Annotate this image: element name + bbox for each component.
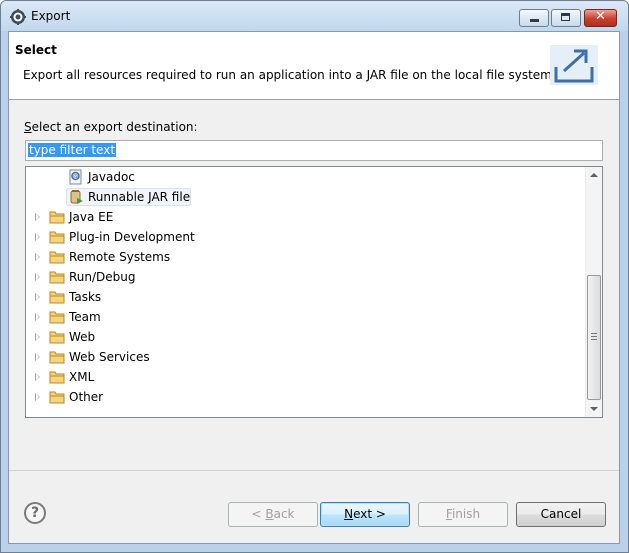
folder-icon xyxy=(49,271,65,284)
maximize-icon xyxy=(561,13,570,21)
tree-item-label: Remote Systems xyxy=(69,250,171,264)
title-bar[interactable]: Export ✕ xyxy=(1,1,628,31)
folder-icon xyxy=(49,331,65,344)
finish-button[interactable]: Finish xyxy=(418,502,508,527)
filter-text-selected: type filter text xyxy=(28,143,117,157)
expand-arrow-icon[interactable] xyxy=(35,273,40,281)
tree-item-runnable-jar-file[interactable]: Runnable JAR file xyxy=(26,187,586,207)
back-label: ack xyxy=(273,507,295,521)
label-mnemonic: S xyxy=(24,120,32,134)
tree-folder-other[interactable]: Other xyxy=(26,387,586,407)
next-mnemonic: N xyxy=(344,507,354,521)
tree-folder-web-services[interactable]: Web Services xyxy=(26,347,586,367)
expand-arrow-icon[interactable] xyxy=(35,333,40,341)
dialog-client-area: Select Export all resources required to … xyxy=(8,31,620,544)
tree-item-label: Runnable JAR file xyxy=(88,190,191,204)
wizard-header: Select Export all resources required to … xyxy=(9,32,619,100)
back-button[interactable]: < Back xyxy=(228,502,318,527)
folder-icon xyxy=(49,371,65,384)
expand-arrow-icon[interactable] xyxy=(35,213,40,221)
next-label: ext > xyxy=(353,507,386,521)
expand-arrow-icon[interactable] xyxy=(35,233,40,241)
folder-icon xyxy=(49,211,65,224)
page-description: Export all resources required to run an … xyxy=(23,68,556,82)
tree-folder-remote-systems[interactable]: Remote Systems xyxy=(26,247,586,267)
tree-item-label: XML xyxy=(69,370,95,384)
tree-folder-plug-in-development[interactable]: Plug-in Development xyxy=(26,227,586,247)
tree-item-label: Plug-in Development xyxy=(69,230,195,244)
tree-item-label: Tasks xyxy=(69,290,102,304)
scrollbar-thumb[interactable] xyxy=(587,275,601,400)
tree-folder-xml[interactable]: XML xyxy=(26,367,586,387)
folder-icon xyxy=(49,391,65,404)
tree-item-label: Run/Debug xyxy=(69,270,136,284)
tree-folder-team[interactable]: Team xyxy=(26,307,586,327)
tree-vertical-scrollbar[interactable] xyxy=(585,167,602,417)
export-dialog-window: Export ✕ Select Export all resources req… xyxy=(0,0,629,553)
help-button[interactable]: ? xyxy=(24,502,46,524)
tree-item-label: Web Services xyxy=(69,350,150,364)
folder-icon xyxy=(49,231,65,244)
tree-folder-tasks[interactable]: Tasks xyxy=(26,287,586,307)
back-prefix: < xyxy=(251,507,266,521)
finish-label: inish xyxy=(451,507,481,521)
svg-text:@: @ xyxy=(73,174,79,181)
back-mnemonic: B xyxy=(265,507,274,521)
tree-folder-java-ee[interactable]: Java EE xyxy=(26,207,586,227)
expand-arrow-icon[interactable] xyxy=(35,253,40,261)
tree-folder-web[interactable]: Web xyxy=(26,327,586,347)
jar-icon xyxy=(70,190,83,204)
javadoc-icon: @ xyxy=(69,169,82,185)
tree-item-label: Other xyxy=(69,390,104,404)
folder-icon xyxy=(49,351,65,364)
close-icon: ✕ xyxy=(595,9,606,24)
maximize-button[interactable] xyxy=(551,9,581,27)
folder-icon xyxy=(49,311,65,324)
tree-item-label: Web xyxy=(69,330,96,344)
tree-item-label: Javadoc xyxy=(88,170,135,184)
tree-item-label: Java EE xyxy=(69,210,114,224)
tree-folder-run-debug[interactable]: Run/Debug xyxy=(26,267,586,287)
export-destination-tree[interactable]: @ Javadoc Runnable JAR file Java EE Plug… xyxy=(25,166,603,418)
filter-input[interactable]: type filter text xyxy=(25,140,603,161)
minimize-icon xyxy=(530,19,539,22)
footer-divider xyxy=(9,470,619,471)
minimize-button[interactable] xyxy=(519,9,549,27)
page-title: Select xyxy=(15,43,57,57)
next-button[interactable]: Next > xyxy=(320,502,410,527)
scroll-up-arrow-icon[interactable] xyxy=(586,167,602,184)
expand-arrow-icon[interactable] xyxy=(35,313,40,321)
folder-icon xyxy=(49,251,65,264)
expand-arrow-icon[interactable] xyxy=(35,353,40,361)
window-title: Export xyxy=(31,9,71,23)
eclipse-gear-icon xyxy=(10,9,26,25)
cancel-button[interactable]: Cancel xyxy=(516,502,606,527)
export-destination-label: Select an export destination: xyxy=(24,120,198,134)
folder-icon xyxy=(49,291,65,304)
scrollbar-grip-icon xyxy=(591,333,597,340)
expand-arrow-icon[interactable] xyxy=(35,393,40,401)
expand-arrow-icon[interactable] xyxy=(35,373,40,381)
export-wizard-banner-icon xyxy=(550,45,598,85)
scroll-down-arrow-icon[interactable] xyxy=(586,400,602,417)
expand-arrow-icon[interactable] xyxy=(35,293,40,301)
tree-item-label: Team xyxy=(69,310,101,324)
tree-item-javadoc[interactable]: @ Javadoc xyxy=(26,167,586,187)
close-button[interactable]: ✕ xyxy=(584,9,617,27)
label-text: elect an export destination: xyxy=(31,120,198,134)
